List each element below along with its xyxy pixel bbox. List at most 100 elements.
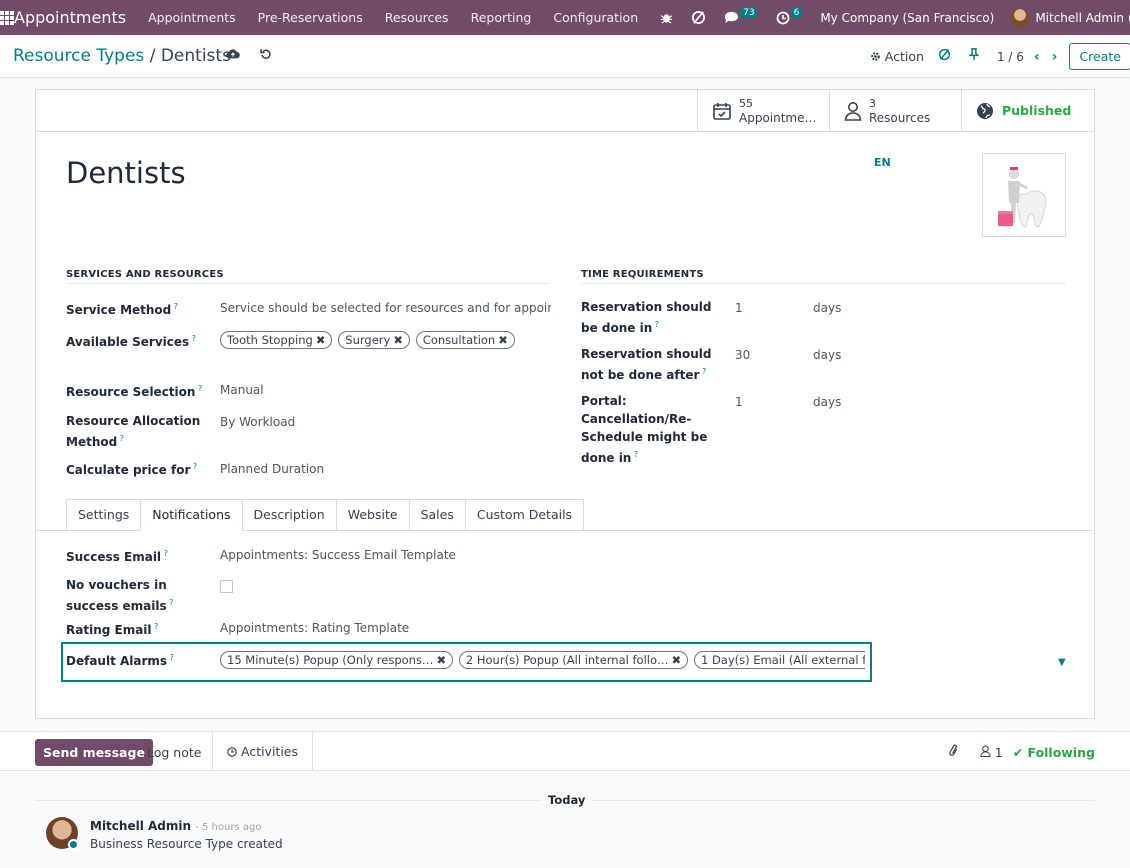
resource-allocation-field[interactable]: By Workload [220, 413, 520, 431]
available-services-label: Available Services ? [66, 334, 196, 349]
alarm-tag[interactable]: 1 Day(s) Email (All external follow…✖ [693, 651, 865, 669]
message-author[interactable]: Mitchell Admin [90, 819, 191, 833]
menu-configuration[interactable]: Configuration [553, 10, 638, 25]
app-title[interactable]: Appointments [14, 8, 126, 27]
help-icon[interactable]: ? [152, 622, 158, 631]
breadcrumb: Resource Types / Dentists [13, 46, 231, 66]
help-icon[interactable]: ? [631, 450, 638, 459]
user-name: Mitchell Admin (16_server [1035, 10, 1130, 25]
control-panel: Resource Types / Dentists Action 1 / 6 ‹… [0, 35, 1130, 78]
record-title[interactable]: Dentists [66, 156, 186, 190]
user-icon [844, 101, 862, 121]
success-email-field[interactable]: Appointments: Success Email Template [220, 546, 620, 564]
paperclip-icon[interactable] [948, 744, 960, 761]
menu-appointments[interactable]: Appointments [148, 10, 236, 25]
save-cloud-icon[interactable] [226, 48, 240, 64]
menu-resources[interactable]: Resources [385, 10, 449, 25]
resource-selection-field[interactable]: Manual [220, 381, 520, 399]
help-icon[interactable]: ? [652, 320, 659, 329]
published-smart-button[interactable]: Published [962, 90, 1094, 131]
activities-button[interactable]: Activities [212, 732, 314, 771]
help-icon[interactable]: ? [189, 334, 196, 343]
language-toggle[interactable]: EN [874, 156, 891, 169]
send-message-button[interactable]: Send message [35, 739, 153, 766]
tab-description[interactable]: Description [241, 499, 336, 531]
breadcrumb-parent[interactable]: Resource Types [13, 46, 144, 66]
resources-smart-button[interactable]: 3 Resources [830, 90, 962, 131]
help-icon[interactable]: ? [190, 462, 197, 471]
following-button[interactable]: ✔ Following [1013, 745, 1095, 760]
create-button[interactable]: Create [1069, 43, 1130, 70]
calculate-price-field[interactable]: Planned Duration [220, 460, 520, 478]
reservation-done-in-value[interactable]: 1 [735, 299, 795, 317]
alarm-tag[interactable]: 2 Hour(s) Popup (All internal follo… ✖ [458, 651, 689, 669]
online-status-icon [68, 839, 79, 850]
help-icon[interactable]: ? [117, 434, 124, 443]
services-section-title: SERVICES AND RESOURCES [66, 269, 224, 280]
breadcrumb-current: Dentists [160, 46, 231, 66]
remove-tag-icon[interactable]: ✖ [316, 333, 326, 347]
service-tag[interactable]: Tooth Stopping ✖ [220, 331, 333, 349]
action-menu[interactable]: Action [870, 49, 924, 64]
alarm-tag[interactable]: 15 Minute(s) Popup (Only respons… ✖ [220, 651, 454, 669]
control-right: Action 1 / 6 ‹ › Create [870, 35, 1130, 78]
pager-previous-icon[interactable]: ‹ [1034, 49, 1040, 65]
notebook-tabs: Settings Notifications Description Websi… [66, 499, 585, 531]
help-icon[interactable]: ? [171, 302, 178, 311]
globe-icon [977, 102, 993, 119]
available-services-field[interactable]: Tooth Stopping ✖ Surgery ✖ Consultation ✖ [220, 331, 551, 349]
user-icon [980, 745, 991, 758]
success-email-label: Success Email ? [66, 549, 168, 564]
no-vouchers-checkbox[interactable] [220, 580, 233, 593]
tab-notifications[interactable]: Notifications [140, 499, 242, 531]
remove-tag-icon[interactable]: ✖ [498, 333, 508, 347]
rating-email-field[interactable]: Appointments: Rating Template [220, 619, 620, 637]
appointments-smart-button[interactable]: 55 Appointme… [698, 90, 830, 131]
form-sheet: 55 Appointme… 3 Resources Published Dentis… [35, 89, 1095, 719]
record-image[interactable] [982, 153, 1066, 237]
reservation-not-after-value[interactable]: 30 [735, 346, 795, 364]
tab-website[interactable]: Website [335, 499, 409, 531]
remove-tag-icon[interactable]: ✖ [672, 653, 682, 667]
service-tag[interactable]: Consultation ✖ [415, 331, 515, 349]
tab-custom-details[interactable]: Custom Details [464, 499, 585, 531]
apps-menu-icon[interactable] [0, 0, 14, 35]
default-alarms-field[interactable]: 15 Minute(s) Popup (Only respons… ✖ 2 Hou… [220, 651, 865, 669]
help-icon[interactable]: ? [161, 549, 168, 558]
remove-tag-icon[interactable]: ✖ [436, 653, 446, 667]
help-icon[interactable]: ? [195, 384, 202, 393]
voip-icon[interactable] [938, 48, 951, 65]
messages-icon[interactable]: 73 [724, 7, 758, 24]
menu-pre-reservations[interactable]: Pre-Reservations [258, 10, 363, 25]
service-tag[interactable]: Surgery ✖ [338, 331, 410, 349]
portal-cancellation-label: Portal: Cancellation/Re-Schedule might b… [581, 394, 708, 465]
help-icon[interactable]: ? [167, 653, 174, 662]
remove-tag-icon[interactable]: ✖ [393, 333, 403, 347]
help-icon[interactable]: ? [699, 367, 706, 376]
top-navbar: Appointments Appointments Pre-Reservatio… [0, 0, 1130, 35]
portal-cancellation-value[interactable]: 1 [735, 393, 795, 411]
activities-icon[interactable]: 6 [776, 7, 803, 25]
message-time: - 5 hours ago [195, 822, 262, 833]
pager-next-icon[interactable]: › [1052, 49, 1058, 65]
service-method-field[interactable]: Service should be selected for resources… [220, 299, 551, 317]
log-note-button[interactable]: Log note [147, 745, 201, 760]
discard-icon[interactable] [260, 48, 272, 64]
followers-count: 1 [994, 745, 1003, 760]
check-icon: ✔ [1012, 745, 1024, 760]
user-menu[interactable]: Mitchell Admin (16_server [1010, 7, 1130, 28]
chatter-right: 1 ✔ Following [948, 744, 1095, 761]
pager-value[interactable]: 1 / 6 [997, 50, 1024, 64]
company-switcher[interactable]: My Company (San Francisco) [820, 11, 994, 25]
help-icon[interactable]: ? [167, 598, 173, 607]
published-label: Published [1002, 103, 1072, 118]
caret-down-icon[interactable]: ▼ [1058, 657, 1066, 668]
voip-icon[interactable] [691, 10, 706, 25]
tab-settings[interactable]: Settings [66, 499, 141, 531]
menu-reporting[interactable]: Reporting [471, 10, 532, 25]
followers-button[interactable]: 1 [980, 745, 1003, 760]
chatter-toolbar: Send message Log note Activities 1 ✔ Fol… [0, 731, 1130, 771]
tab-sales[interactable]: Sales [408, 499, 465, 531]
debug-icon[interactable] [660, 11, 673, 24]
pin-icon[interactable] [968, 48, 980, 65]
